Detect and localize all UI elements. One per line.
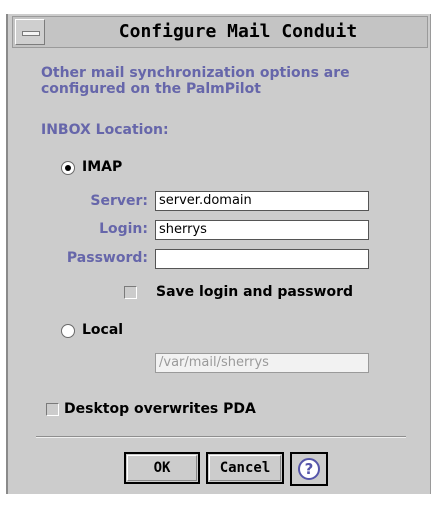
cancel-button-label: Cancel <box>219 460 271 476</box>
save-login-label[interactable]: Save login and password <box>156 284 353 300</box>
window-menu-icon <box>22 31 40 36</box>
desktop-overwrites-checkbox[interactable] <box>46 403 59 416</box>
title-bar[interactable]: Configure Mail Conduit <box>12 16 428 48</box>
button-divider <box>36 436 406 438</box>
inbox-location-label: INBOX Location: <box>41 122 169 138</box>
server-input[interactable]: server.domain <box>155 191 369 211</box>
save-login-checkbox[interactable] <box>124 286 137 299</box>
window-title: Configure Mail Conduit <box>118 21 358 42</box>
cancel-button[interactable]: Cancel <box>206 452 284 484</box>
login-input[interactable]: sherrys <box>155 220 369 240</box>
help-question-icon: ? <box>298 458 320 480</box>
imap-radio[interactable] <box>61 161 75 175</box>
window-menu-button[interactable] <box>15 19 45 45</box>
ok-button[interactable]: OK <box>124 452 200 484</box>
ok-button-label: OK <box>153 460 171 476</box>
local-label[interactable]: Local <box>82 322 123 338</box>
desktop-overwrites-label[interactable]: Desktop overwrites PDA <box>64 401 256 417</box>
password-input[interactable] <box>155 249 369 269</box>
radio-selected-dot <box>65 165 71 171</box>
local-path-input[interactable]: /var/mail/sherrys <box>155 353 369 373</box>
local-radio[interactable] <box>61 324 75 338</box>
server-label: Server: <box>90 193 148 209</box>
imap-label[interactable]: IMAP <box>82 159 122 175</box>
password-label: Password: <box>66 250 148 266</box>
help-button[interactable]: ? <box>290 452 328 486</box>
login-label: Login: <box>99 221 148 237</box>
info-text: Other mail synchronization options are c… <box>41 65 350 97</box>
